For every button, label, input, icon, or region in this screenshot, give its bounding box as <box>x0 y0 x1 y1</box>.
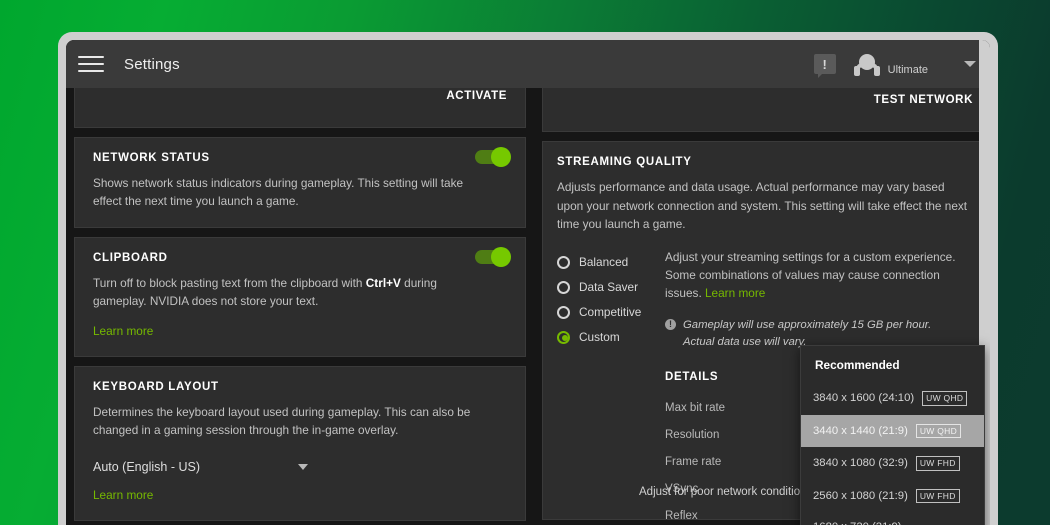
keyboard-layout-value: Auto (English - US) <box>93 460 200 474</box>
quality-radio-group: Balanced Data Saver Competitive <box>557 248 665 525</box>
card-description: Determines the keyboard layout used duri… <box>93 403 493 440</box>
test-network-button[interactable]: TEST NETWORK <box>874 94 973 106</box>
page-title: Settings <box>124 56 180 73</box>
dropdown-item-3440x1440[interactable]: 3440 x 1440 (21:9) UW QHD <box>801 415 984 448</box>
radio-label: Custom <box>579 330 620 344</box>
card-title: KEYBOARD LAYOUT <box>93 381 507 393</box>
right-settings-column: TEST NETWORK STREAMING QUALITY Adjusts p… <box>526 88 990 525</box>
dropdown-item-label: 1680 x 720 (21:9) <box>813 521 902 525</box>
activate-button[interactable]: ACTIVATE <box>446 90 507 102</box>
chevron-down-icon <box>298 464 308 470</box>
radio-label: Balanced <box>579 255 628 269</box>
card-title: NETWORK STATUS <box>93 152 507 164</box>
dropdown-item-3840x1080[interactable]: 3840 x 1080 (32:9) UW FHD <box>801 447 984 480</box>
keyboard-layout-select[interactable]: Auto (English - US) <box>93 460 308 474</box>
quality-detail-pane: Adjust your streaming settings for a cus… <box>665 248 971 525</box>
radio-icon <box>557 306 570 319</box>
streaming-quality-title: STREAMING QUALITY <box>557 156 971 168</box>
network-status-toggle[interactable] <box>475 150 509 164</box>
radio-label: Competitive <box>579 305 641 319</box>
clipboard-toggle[interactable] <box>475 250 509 264</box>
app-window: Settings ! Ultimate <box>58 32 998 525</box>
activate-card: ACTIVATE <box>74 88 526 128</box>
top-bar-right: ! Ultimate <box>814 51 976 77</box>
window-inner: Settings ! Ultimate <box>66 40 990 525</box>
streaming-quality-description: Adjusts performance and data usage. Actu… <box>557 178 971 234</box>
keyboard-layout-learn-more-link[interactable]: Learn more <box>93 488 153 502</box>
poor-network-label: Adjust for poor network conditions <box>639 486 812 498</box>
account-menu[interactable]: Ultimate <box>854 51 928 77</box>
dropdown-item-2560x1080[interactable]: 2560 x 1080 (21:9) UW FHD <box>801 480 984 513</box>
dropdown-item-label: 2560 x 1080 (21:9) <box>813 490 908 502</box>
dropdown-item-1680x720[interactable]: 1680 x 720 (21:9) <box>801 512 984 525</box>
settings-content: ACTIVATE NETWORK STATUS Shows network st… <box>66 88 990 525</box>
network-status-card: NETWORK STATUS Shows network status indi… <box>74 137 526 228</box>
membership-tier-label: Ultimate <box>888 64 928 77</box>
dropdown-group-header: Recommended <box>801 352 984 382</box>
top-bar: Settings ! Ultimate <box>66 40 990 88</box>
left-settings-column: ACTIVATE NETWORK STATUS Shows network st… <box>66 88 526 525</box>
chevron-down-icon[interactable] <box>964 61 976 67</box>
dropdown-item-3840x1600[interactable]: 3840 x 1600 (24:10) UW QHD <box>801 382 984 415</box>
info-icon: ! <box>665 319 676 330</box>
headset-avatar-icon <box>854 51 880 77</box>
dropdown-item-tag: UW FHD <box>916 489 960 504</box>
radio-icon-selected <box>557 331 570 344</box>
keyboard-layout-card: KEYBOARD LAYOUT Determines the keyboard … <box>74 366 526 521</box>
streaming-quality-card: STREAMING QUALITY Adjusts performance an… <box>542 141 990 520</box>
radio-option-balanced[interactable]: Balanced <box>557 250 665 275</box>
dropdown-item-tag: UW QHD <box>916 424 961 439</box>
radio-option-data-saver[interactable]: Data Saver <box>557 275 665 300</box>
radio-icon <box>557 256 570 269</box>
resolution-dropdown-menu[interactable]: Recommended 3840 x 1600 (24:10) UW QHD 3… <box>800 345 985 525</box>
custom-learn-more-link[interactable]: Learn more <box>705 286 765 300</box>
dropdown-item-label: 3440 x 1440 (21:9) <box>813 425 908 437</box>
clipboard-shortcut: Ctrl+V <box>366 276 401 290</box>
clipboard-learn-more-link[interactable]: Learn more <box>93 324 153 338</box>
card-description: Turn off to block pasting text from the … <box>93 274 493 311</box>
custom-quality-description: Adjust your streaming settings for a cus… <box>665 248 971 303</box>
card-description: Shows network status indicators during g… <box>93 174 493 211</box>
quality-options-grid: Balanced Data Saver Competitive <box>557 248 971 525</box>
feedback-icon[interactable]: ! <box>814 54 836 74</box>
radio-option-competitive[interactable]: Competitive <box>557 300 665 325</box>
radio-label: Data Saver <box>579 280 638 294</box>
radio-option-custom[interactable]: Custom <box>557 325 665 350</box>
dropdown-item-label: 3840 x 1080 (32:9) <box>813 457 908 469</box>
clipboard-desc-pre: Turn off to block pasting text from the … <box>93 276 366 290</box>
hamburger-icon[interactable] <box>78 53 104 75</box>
clipboard-card: CLIPBOARD Turn off to block pasting text… <box>74 237 526 358</box>
dropdown-item-tag: UW QHD <box>922 391 967 406</box>
card-title: CLIPBOARD <box>93 252 507 264</box>
dropdown-item-tag: UW FHD <box>916 456 960 471</box>
radio-icon <box>557 281 570 294</box>
dropdown-item-label: 3840 x 1600 (24:10) <box>813 392 914 404</box>
test-network-card: TEST NETWORK <box>542 88 990 132</box>
